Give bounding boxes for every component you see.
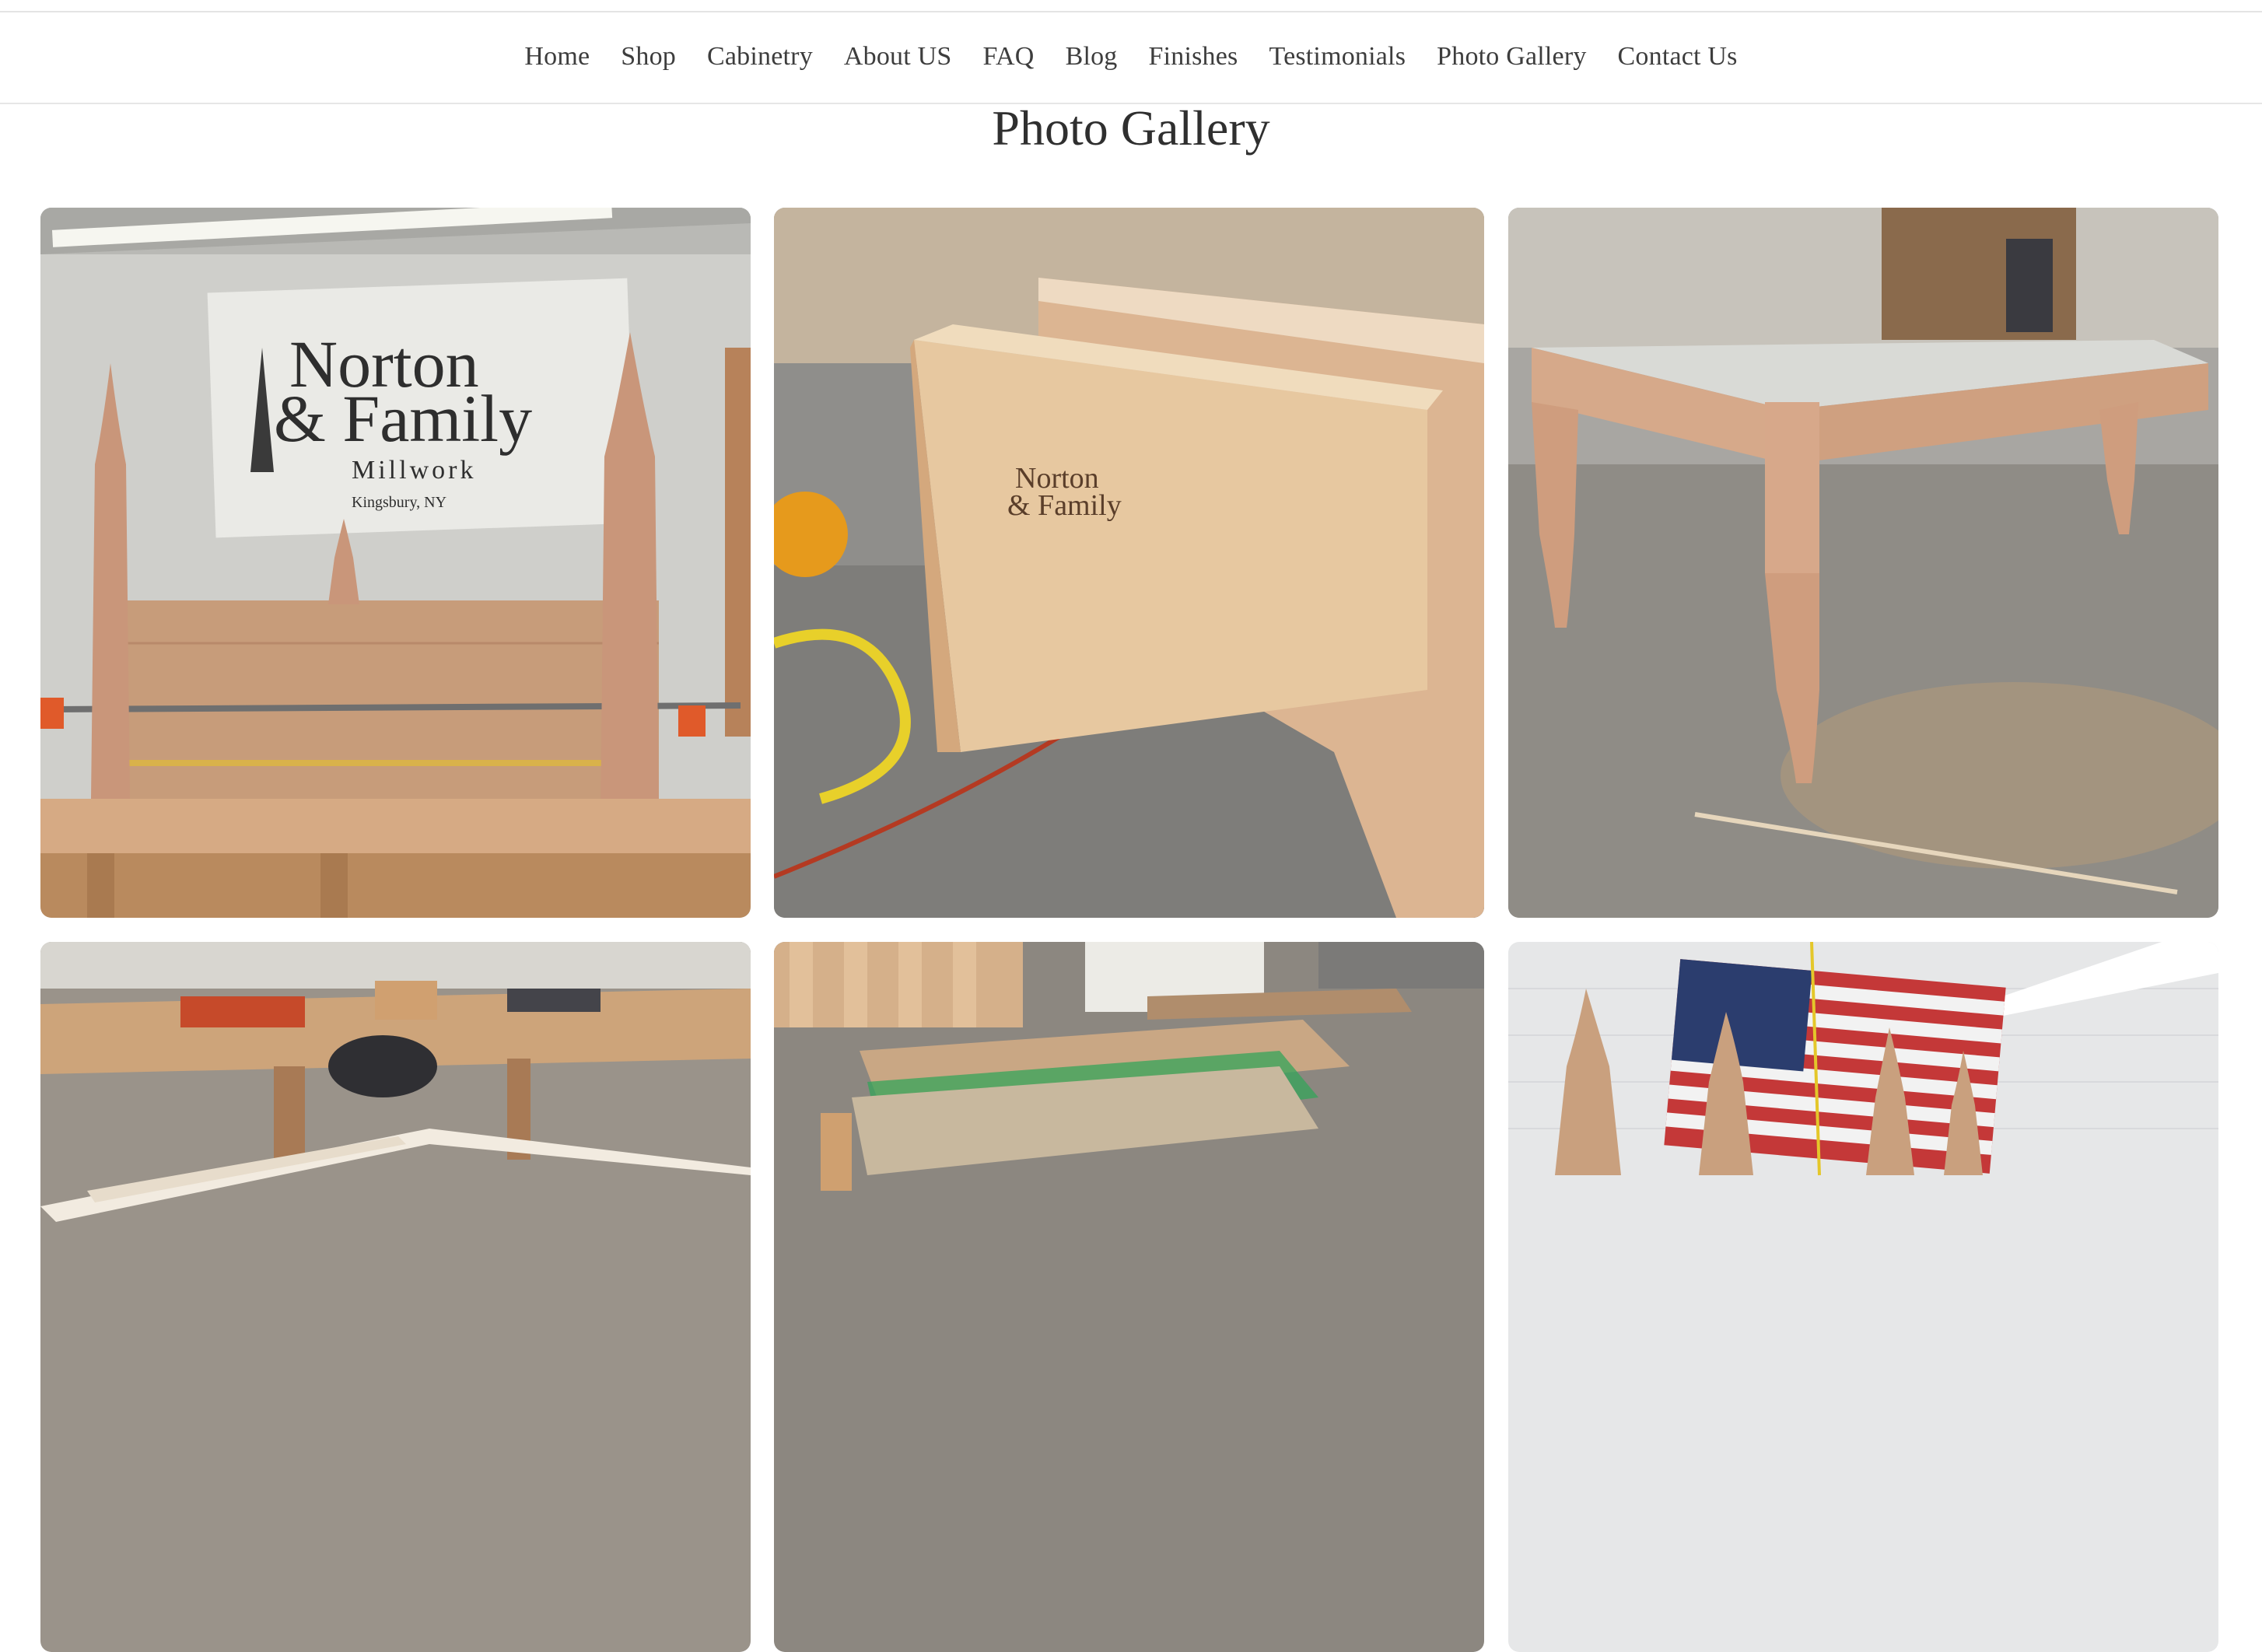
nav-finishes[interactable]: Finishes — [1149, 42, 1238, 72]
nav-contact-us[interactable]: Contact Us — [1618, 42, 1738, 72]
nav-faq[interactable]: FAQ — [982, 42, 1034, 72]
gallery-photo-crated-furniture[interactable] — [774, 942, 1484, 1652]
gallery-photo-bed-frame[interactable]: Norton & Family Millwork Kingsbury, NY — [40, 208, 751, 918]
svg-text:Millwork: Millwork — [352, 456, 476, 485]
gallery-photo-workbench[interactable] — [40, 942, 751, 1652]
nav-home[interactable]: Home — [524, 42, 590, 72]
nav-cabinetry[interactable]: Cabinetry — [707, 42, 813, 72]
nav-blog[interactable]: Blog — [1066, 42, 1118, 72]
main-navigation: Home Shop Cabinetry About US FAQ Blog Fi… — [0, 11, 2262, 104]
gallery-photo-turned-posts-flag[interactable] — [1508, 942, 2218, 1652]
nav-about-us[interactable]: About US — [844, 42, 952, 72]
svg-text:& Family: & Family — [1007, 489, 1122, 522]
svg-text:Kingsbury, NY: Kingsbury, NY — [352, 494, 446, 511]
nav-shop[interactable]: Shop — [621, 42, 676, 72]
nav-photo-gallery[interactable]: Photo Gallery — [1437, 42, 1586, 72]
page-title: Photo Gallery — [992, 100, 1270, 156]
gallery-photo-dovetail-drawer[interactable]: Norton & Family — [774, 208, 1484, 918]
nav-testimonials[interactable]: Testimonials — [1269, 42, 1406, 72]
gallery-photo-table-frame[interactable] — [1508, 208, 2218, 918]
svg-text:& Family: & Family — [274, 381, 532, 456]
